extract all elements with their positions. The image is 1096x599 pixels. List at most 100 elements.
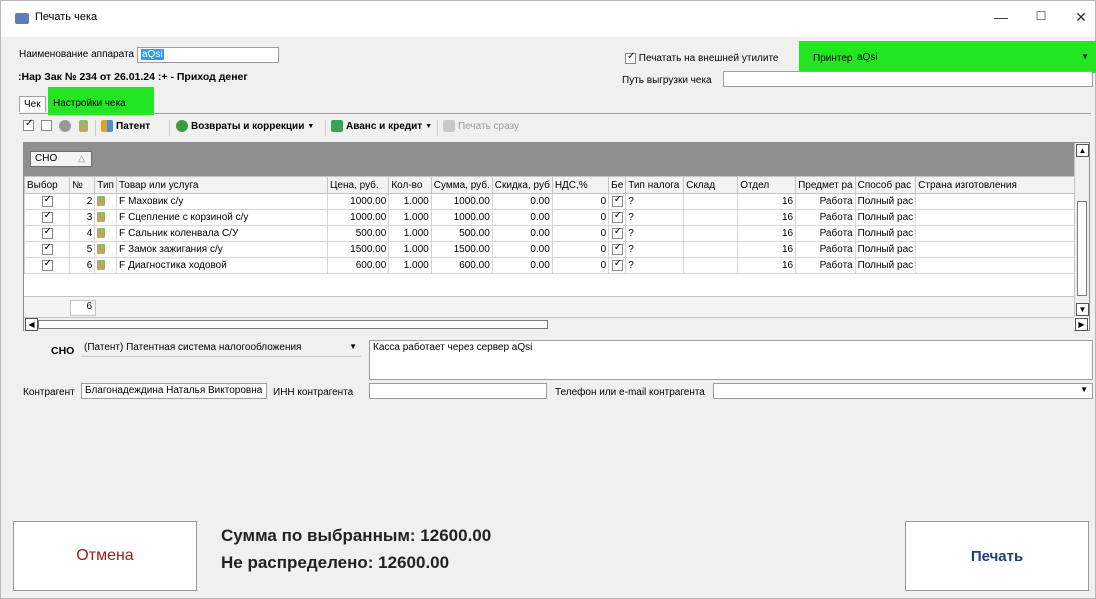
scroll-up-icon[interactable]: ▲ [1076, 144, 1089, 157]
horizontal-scrollbar[interactable]: ◀ [24, 317, 1074, 331]
column-header[interactable]: Тип [94, 176, 117, 194]
row-checkbox[interactable] [41, 259, 53, 271]
column-header[interactable]: Тип налога [625, 176, 685, 194]
select-all-checkbox[interactable] [23, 118, 34, 131]
print-now-button[interactable]: Печать сразу [443, 120, 519, 132]
no-vat-checkbox[interactable] [611, 211, 623, 223]
column-header[interactable]: Кол-во [388, 176, 432, 194]
row-checkbox[interactable] [41, 227, 53, 239]
minimize-button[interactable]: — [991, 9, 1011, 27]
row-checkbox[interactable] [41, 195, 53, 207]
vertical-scrollbar[interactable]: ▲ ▼ [1074, 143, 1089, 317]
cancel-button[interactable]: Отмена [13, 521, 197, 591]
row-select-cell[interactable] [23, 193, 71, 210]
items-table: Выбор № Тип Товар или услуга Цена, руб. … [23, 176, 1089, 274]
column-header[interactable]: Предмет ра [795, 176, 856, 194]
vertical-scroll-thumb[interactable] [1077, 201, 1087, 296]
no-vat-cell[interactable] [608, 193, 627, 210]
group-by-label: СНО [35, 153, 58, 164]
column-header[interactable]: Скидка, руб [491, 176, 553, 194]
scroll-left-icon[interactable]: ◀ [25, 318, 38, 331]
row-select-cell[interactable] [23, 257, 71, 274]
horizontal-scroll-thumb[interactable] [38, 320, 548, 329]
row-select-cell[interactable] [23, 241, 71, 258]
print-external-label: Печатать на внешней утилите [638, 53, 779, 65]
tax-type: ? [625, 209, 685, 226]
tab-receipt-settings[interactable]: Настройки чека [53, 98, 126, 109]
no-vat-checkbox[interactable] [611, 195, 623, 207]
export-path-input[interactable] [723, 71, 1093, 87]
no-vat-cell[interactable] [608, 257, 627, 274]
print-button[interactable]: Печать [905, 521, 1089, 591]
printer-label: Принтер [813, 53, 853, 64]
scroll-right-icon[interactable]: ▶ [1075, 318, 1088, 331]
table-row[interactable]: 4 FСальник коленвала С/У 500.00 1.000 50… [23, 225, 1089, 242]
column-header[interactable]: НДС,% [551, 176, 610, 194]
printer-select[interactable]: aQsi ▼ [854, 51, 1093, 67]
column-header[interactable]: Страна изготовления [915, 176, 1089, 194]
counterparty-inn-label: ИНН контрагента [273, 387, 354, 398]
settings-button[interactable] [59, 120, 71, 132]
country [915, 193, 1089, 210]
payment-method: Полный рас [854, 225, 917, 242]
item-name: F Замок зажигания с/у [115, 241, 329, 258]
tools-icon [97, 212, 106, 223]
type-cell [94, 241, 117, 258]
column-header[interactable]: Цена, руб. [327, 176, 390, 194]
counterparty-contact-select[interactable]: ▼ [713, 383, 1093, 399]
scroll-down-icon[interactable]: ▼ [1076, 303, 1089, 316]
column-header[interactable]: Товар или услуга [115, 176, 329, 194]
table-row[interactable]: 2 FМаховик с/у 1000.00 1.000 1000.00 0.0… [23, 193, 1089, 210]
tab-divider [19, 113, 1091, 114]
close-button[interactable]: ✕ [1071, 9, 1091, 27]
sno-select[interactable]: (Патент) Патентная система налогообложен… [81, 341, 361, 357]
warehouse [683, 225, 739, 242]
column-header[interactable]: Способ рас [854, 176, 917, 194]
print-external-option[interactable]: Печатать на внешней утилите [625, 51, 779, 65]
advance-credit-button[interactable]: Аванс и кредит ▼ [331, 120, 432, 132]
department: 16 [737, 209, 797, 226]
table-row[interactable]: 5 FЗамок зажигания с/у 1500.00 1.000 150… [23, 241, 1089, 258]
row-select-cell[interactable] [23, 225, 71, 242]
column-header[interactable]: Бе [608, 176, 627, 194]
tab-receipt[interactable]: Чек [19, 96, 46, 112]
returns-corrections-button[interactable]: Возвраты и коррекции ▼ [176, 120, 314, 132]
column-header[interactable]: Склад [683, 176, 739, 194]
tools-button[interactable] [79, 120, 88, 132]
table-row[interactable]: 6 FДиагностика ходовой 600.00 1.000 600.… [23, 257, 1089, 274]
tools-icon [97, 244, 106, 255]
patent-button[interactable]: Патент [101, 120, 150, 132]
group-by-sno-chip[interactable]: СНО △ [30, 151, 92, 167]
row-checkbox[interactable] [41, 243, 53, 255]
print-external-checkbox[interactable] [625, 51, 636, 64]
no-vat-cell[interactable] [608, 209, 627, 226]
no-vat-checkbox[interactable] [611, 243, 623, 255]
advance-credit-label: Аванс и кредит [346, 120, 423, 132]
no-vat-cell[interactable] [608, 225, 627, 242]
row-checkbox[interactable] [41, 211, 53, 223]
no-vat-checkbox[interactable] [611, 227, 623, 239]
column-header[interactable]: № [69, 176, 96, 194]
deselect-all-checkbox[interactable] [41, 120, 52, 131]
counterparty-inn-input[interactable] [369, 383, 547, 399]
tools-icon [97, 228, 106, 239]
column-header[interactable]: Отдел [737, 176, 797, 194]
row-count: 6 [70, 300, 96, 316]
no-vat-checkbox[interactable] [611, 259, 623, 271]
maximize-button[interactable]: ☐ [1031, 9, 1051, 27]
counterparty-input[interactable]: Благонадеждина Наталья Викторовна [81, 383, 267, 399]
grid-summary-row: 6 [24, 296, 1074, 318]
cash-register-note: Касса работает через сервер aQsi [369, 340, 1093, 380]
device-name-input[interactable]: aQsi [137, 47, 279, 63]
no-vat-cell[interactable] [608, 241, 627, 258]
toolbar-separator [95, 120, 96, 136]
printer-value: aQsi [857, 52, 878, 63]
row-select-cell[interactable] [23, 209, 71, 226]
department: 16 [737, 193, 797, 210]
column-header[interactable]: Выбор [23, 176, 71, 194]
column-header[interactable]: Сумма, руб. [430, 176, 493, 194]
table-row[interactable]: 3 FСцепление с корзиной с/у 1000.00 1.00… [23, 209, 1089, 226]
item-name: F Сцепление с корзиной с/у [115, 209, 329, 226]
item-vat: 0 [551, 225, 610, 242]
item-name: F Диагностика ходовой [115, 257, 329, 274]
